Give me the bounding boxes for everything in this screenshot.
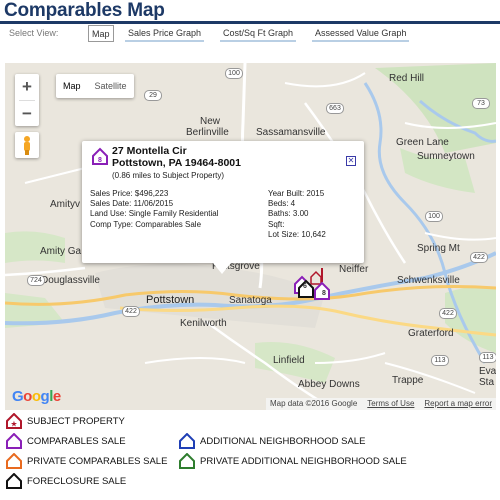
- property-info-window: 8 27 Montella Cir Pottstown, PA 19464-80…: [82, 141, 364, 263]
- info-right-details: Year Built: 2015 Beds: 4 Baths: 3.00 Sqf…: [268, 189, 326, 240]
- place-label: Neiffer: [339, 264, 369, 275]
- legend-additional-neighborhood-sale: ADDITIONAL NEIGHBORHOOD SALE: [178, 433, 365, 449]
- zoom-in-button[interactable]: +: [15, 74, 39, 100]
- legend-comparables-sale: COMPARABLES SALE: [5, 433, 126, 449]
- legend-subject-property: ★ SUBJECT PROPERTY: [5, 413, 125, 429]
- zoom-out-button[interactable]: −: [15, 101, 39, 127]
- info-land-use: Land Use: Single Family Residential: [90, 209, 219, 219]
- house-icon: [179, 453, 195, 469]
- legend-foreclosure-sale: FORECLOSURE SALE: [5, 473, 126, 489]
- svg-text:★: ★: [10, 420, 17, 429]
- place-label: Eva: [479, 366, 496, 377]
- legend-label: ADDITIONAL NEIGHBORHOOD SALE: [200, 435, 366, 447]
- info-sqft: Sqft:: [268, 219, 285, 229]
- route-shield: 663: [326, 103, 344, 114]
- comparable-house-icon: 8: [92, 147, 108, 165]
- place-label: Pottstown: [146, 294, 195, 306]
- route-shield: 422: [122, 306, 140, 317]
- place-label: Schwenksville: [397, 275, 460, 286]
- place-label: Trappe: [392, 375, 424, 386]
- info-lot-size: Lot Size: 10,642: [268, 229, 326, 239]
- map-attribution: Map data ©2016 Google Terms of Use Repor…: [265, 398, 496, 410]
- marker-cluster[interactable]: [291, 268, 335, 306]
- map-canvas[interactable]: Red Hill New Berlinville Sassamansville …: [5, 63, 496, 410]
- info-address-line1: 27 Montella Cir: [112, 145, 187, 157]
- place-label: Douglassville: [41, 275, 100, 286]
- route-shield: 100: [225, 68, 243, 79]
- legend-private-additional-neighborhood-sale: PRIVATE ADDITIONAL NEIGHBORHOOD SALE: [178, 453, 407, 469]
- route-shield: 113: [479, 352, 496, 363]
- info-beds: Beds: 4: [268, 199, 296, 209]
- info-address-line2: Pottstown, PA 19464-8001: [112, 157, 241, 169]
- route-shield: 73: [472, 98, 490, 109]
- marker-number[interactable]: 8: [322, 290, 326, 297]
- place-label: Amity Ga: [40, 246, 82, 257]
- info-window-tail: [213, 263, 231, 274]
- report-map-error-link[interactable]: Report a map error: [424, 399, 492, 409]
- terms-of-use-link[interactable]: Terms of Use: [367, 399, 414, 409]
- place-label: Sumneytown: [417, 151, 475, 162]
- legend-label: FORECLOSURE SALE: [27, 475, 127, 487]
- map-type-control: Map Satellite: [56, 74, 134, 98]
- info-comp-type: Comp Type: Comparables Sale: [90, 219, 202, 229]
- legend-label: SUBJECT PROPERTY: [27, 415, 125, 427]
- route-shield: 100: [425, 211, 443, 222]
- view-tab-map[interactable]: Map: [88, 25, 114, 42]
- place-label: New: [200, 116, 221, 127]
- place-label: Red Hill: [389, 73, 425, 84]
- map-data-credit: Map data ©2016 Google: [269, 399, 358, 408]
- place-label: Sassamansville: [256, 127, 326, 138]
- info-address: 27 Montella Cir Pottstown, PA 19464-8001: [112, 145, 241, 169]
- view-tab-assessed-value-graph[interactable]: Assessed Value Graph: [312, 25, 410, 42]
- info-sales-price: Sales Price: $496,223: [90, 189, 169, 198]
- place-label: Linfield: [273, 355, 305, 366]
- info-baths: Baths: 3.00: [268, 209, 309, 219]
- legend-label: PRIVATE COMPARABLES SALE: [27, 455, 168, 467]
- info-sales-date: Sales Date: 11/06/2015: [90, 199, 174, 209]
- place-label: Amityv: [50, 199, 80, 210]
- place-label: Sta: [479, 377, 495, 388]
- pegman-icon: [24, 136, 30, 155]
- info-distance: (0.86 miles to Subject Property): [112, 171, 225, 180]
- house-icon: [179, 433, 195, 449]
- street-view-pegman[interactable]: [15, 132, 39, 158]
- info-marker-number: 8: [98, 157, 102, 164]
- title-rule: [0, 21, 500, 24]
- house-star-icon: ★: [6, 413, 22, 429]
- info-year-built: Year Built: 2015: [268, 189, 325, 198]
- place-label: Spring Mt: [417, 243, 460, 254]
- marker-number[interactable]: 6: [303, 283, 307, 290]
- close-icon[interactable]: ✕: [346, 156, 356, 166]
- google-logo: Google: [12, 388, 61, 405]
- legend-label: PRIVATE ADDITIONAL NEIGHBORHOOD SALE: [200, 455, 407, 467]
- place-label: Berlinville: [186, 127, 229, 138]
- place-label: Sanatoga: [229, 295, 272, 306]
- route-shield: 29: [144, 90, 162, 101]
- place-label: Abbey Downs: [298, 379, 360, 390]
- info-left-details: Sales Price: $496,223 Sales Date: 11/06/…: [90, 189, 219, 230]
- zoom-control: + −: [15, 74, 39, 126]
- place-label: Graterford: [408, 328, 454, 339]
- place-label: Green Lane: [396, 137, 449, 148]
- house-icon: [6, 453, 22, 469]
- page-title: Comparables Map: [4, 0, 165, 21]
- view-tab-sales-price-graph[interactable]: Sales Price Graph: [125, 25, 205, 42]
- legend-private-comparables-sale: PRIVATE COMPARABLES SALE: [5, 453, 167, 469]
- legend-label: COMPARABLES SALE: [27, 435, 126, 447]
- place-label: Kenilworth: [180, 318, 227, 329]
- route-shield: 422: [470, 252, 488, 263]
- map-type-satellite-button[interactable]: Satellite: [88, 74, 134, 98]
- view-tab-cost-sqft-graph[interactable]: Cost/Sq Ft Graph: [220, 25, 297, 42]
- house-icon: [6, 473, 22, 489]
- house-icon: [6, 433, 22, 449]
- map-type-map-button[interactable]: Map: [56, 74, 88, 98]
- route-shield: 724: [27, 275, 45, 286]
- select-view-label: Select View:: [9, 28, 59, 38]
- route-shield: 422: [439, 308, 457, 319]
- route-shield: 113: [431, 355, 449, 366]
